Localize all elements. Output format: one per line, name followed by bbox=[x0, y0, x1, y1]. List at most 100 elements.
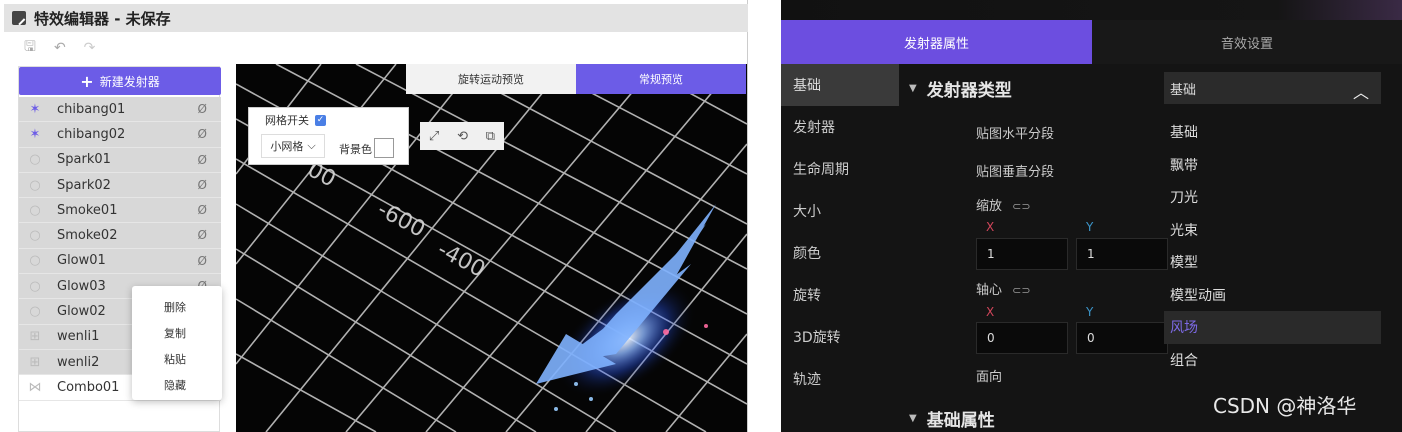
properties-panel: 发射器属性 音效设置 基础 发射器 生命周期 大小 颜色 旋转 3D旋转 轨迹 ▼ 发射器类型… bbox=[781, 0, 1402, 432]
bg-color-swatch[interactable] bbox=[374, 138, 394, 158]
texture-icon: ⊞ bbox=[29, 329, 41, 345]
emitter-name: Glow01 bbox=[57, 253, 106, 269]
context-menu-item[interactable]: 粘贴 bbox=[132, 346, 222, 372]
emitter-item[interactable]: ✶ chibang01 Ø bbox=[19, 97, 221, 123]
tab-emitter-props[interactable]: 发射器属性 bbox=[781, 20, 1092, 64]
frame-icon[interactable]: ⧉ bbox=[486, 129, 495, 144]
nav-item[interactable]: 旋转 bbox=[781, 274, 899, 316]
tab-normal-preview[interactable]: 常规预览 bbox=[576, 64, 746, 94]
emitter-name: Smoke01 bbox=[57, 202, 118, 218]
circle-icon: ○ bbox=[29, 152, 41, 168]
new-emitter-button[interactable]: + 新建发射器 bbox=[19, 67, 221, 95]
emitter-type-options: 基础 飘带 刀光 光束 模型 模型动画 风场 组合 bbox=[1164, 116, 1381, 376]
fullscreen-icon[interactable]: ⤢ bbox=[429, 129, 439, 144]
property-content: ▼ 发射器类型 贴图水平分段 贴图垂直分段 缩放 ⊂⊃ X Y 1 1 轴心 ⊂… bbox=[899, 64, 1402, 432]
scale-x-label: X bbox=[986, 220, 995, 234]
pivot-y-input[interactable]: 0 bbox=[1076, 322, 1168, 354]
emitter-name: wenli1 bbox=[57, 329, 100, 345]
grid-size-select[interactable]: 小网格 ⌵ bbox=[261, 134, 325, 158]
title-bar: 特效编辑器 - 未保存 bbox=[4, 4, 748, 32]
emitter-item[interactable]: ○ Spark01 Ø bbox=[19, 147, 221, 173]
pivot-x-label: X bbox=[986, 305, 995, 319]
visibility-icon[interactable]: Ø bbox=[198, 153, 207, 167]
link-icon[interactable]: ⊂⊃ bbox=[1012, 200, 1030, 213]
context-menu-item[interactable]: 隐藏 bbox=[132, 372, 222, 398]
nav-item[interactable]: 发射器 bbox=[781, 106, 899, 148]
grid-size-value: 小网格 bbox=[270, 140, 304, 153]
nav-item[interactable]: 3D旋转 bbox=[781, 316, 899, 358]
scale-row: 缩放 ⊂⊃ bbox=[976, 195, 1031, 214]
emitter-type-select[interactable]: 基础 ︿ bbox=[1164, 72, 1381, 104]
circle-icon: ○ bbox=[29, 202, 41, 218]
bg-color-label: 背景色 bbox=[339, 143, 372, 156]
type-option[interactable]: 基础 bbox=[1164, 116, 1381, 149]
visibility-icon[interactable]: Ø bbox=[198, 203, 207, 217]
sparkle-icon: ✶ bbox=[29, 126, 41, 142]
type-option[interactable]: 光束 bbox=[1164, 214, 1381, 247]
tab-rotate-preview[interactable]: 旋转运动预览 bbox=[406, 64, 576, 94]
properties-tabs: 发射器属性 音效设置 bbox=[781, 20, 1402, 64]
nav-item[interactable]: 颜色 bbox=[781, 232, 899, 274]
chevron-down-icon: ⌵ bbox=[307, 139, 316, 152]
app-icon bbox=[12, 11, 26, 25]
type-option[interactable]: 飘带 bbox=[1164, 149, 1381, 182]
section-emitter-type[interactable]: ▼ 发射器类型 bbox=[909, 76, 1012, 101]
section-basic-props[interactable]: ▼ 基础属性 bbox=[909, 406, 995, 431]
emitter-item[interactable]: ○ Spark02 Ø bbox=[19, 172, 221, 199]
emitter-item[interactable]: ○ Smoke01 Ø bbox=[19, 198, 221, 224]
grid-settings: 网格开关 ✓ 小网格 ⌵ 背景色 bbox=[248, 107, 409, 165]
circle-icon: ○ bbox=[29, 253, 41, 269]
preview-tabs: 旋转运动预览 常规预览 bbox=[406, 64, 746, 94]
effect-editor-window: 特效编辑器 - 未保存 🖫 ↶ ↷ + 新建发射器 ✶ chibang01 Ø ✶ ch… bbox=[0, 0, 748, 432]
texture-icon: ⊞ bbox=[29, 354, 41, 370]
visibility-icon[interactable]: Ø bbox=[198, 102, 207, 116]
plus-icon: + bbox=[80, 71, 94, 91]
nav-item[interactable]: 基础 bbox=[781, 64, 899, 106]
scale-y-input[interactable]: 1 bbox=[1076, 238, 1168, 270]
link-icon[interactable]: ⊂⊃ bbox=[1012, 284, 1030, 297]
reset-view-icon[interactable]: ⟲ bbox=[457, 129, 468, 144]
circle-icon: ○ bbox=[29, 304, 41, 320]
type-option[interactable]: 风场 bbox=[1164, 311, 1381, 344]
v-seg-label: 贴图垂直分段 bbox=[976, 165, 1055, 180]
collapse-icon: ▼ bbox=[909, 413, 917, 424]
emitter-item[interactable]: ○ Smoke02 Ø bbox=[19, 223, 221, 249]
section-title: 基础属性 bbox=[926, 411, 995, 431]
emitter-name: Combo01 bbox=[57, 379, 120, 395]
emitter-name: Glow03 bbox=[57, 278, 106, 294]
type-option[interactable]: 刀光 bbox=[1164, 181, 1381, 214]
emitter-name: Glow02 bbox=[57, 304, 106, 320]
nav-item[interactable]: 轨迹 bbox=[781, 358, 899, 400]
tab-sound-settings[interactable]: 音效设置 bbox=[1092, 20, 1402, 64]
emitter-item[interactable]: ✶ chibang02 Ø bbox=[19, 122, 221, 148]
grid-toggle-checkbox[interactable]: ✓ bbox=[315, 114, 326, 126]
visibility-icon[interactable]: Ø bbox=[198, 178, 207, 192]
pivot-x-input[interactable]: 0 bbox=[976, 322, 1068, 354]
window-title: 特效编辑器 - 未保存 bbox=[34, 9, 171, 28]
chevron-up-icon: ︿ bbox=[1352, 83, 1369, 102]
save-icon[interactable]: 🖫 bbox=[24, 36, 36, 60]
context-menu-item[interactable]: 复制 bbox=[132, 320, 222, 346]
nav-item[interactable]: 生命周期 bbox=[781, 148, 899, 190]
undo-icon[interactable]: ↶ bbox=[54, 40, 66, 56]
circle-icon: ○ bbox=[29, 177, 41, 193]
nav-item[interactable]: 大小 bbox=[781, 190, 899, 232]
circle-icon: ○ bbox=[29, 278, 41, 294]
visibility-icon[interactable]: Ø bbox=[198, 127, 207, 141]
emitter-name: Spark02 bbox=[57, 177, 111, 193]
toolbar: 🖫 ↶ ↷ bbox=[4, 34, 748, 62]
view-controls: ⤢ ⟲ ⧉ bbox=[420, 122, 504, 150]
property-nav: 基础 发射器 生命周期 大小 颜色 旋转 3D旋转 轨迹 bbox=[781, 64, 899, 432]
visibility-icon[interactable]: Ø bbox=[198, 228, 207, 242]
emitter-item[interactable]: ○ Glow01 Ø bbox=[19, 248, 221, 275]
type-option[interactable]: 组合 bbox=[1164, 344, 1381, 377]
pivot-label: 轴心 bbox=[976, 283, 1003, 298]
type-option[interactable]: 模型 bbox=[1164, 246, 1381, 279]
scale-x-input[interactable]: 1 bbox=[976, 238, 1068, 270]
redo-icon[interactable]: ↷ bbox=[84, 40, 96, 56]
type-option[interactable]: 模型动画 bbox=[1164, 279, 1381, 312]
watermark: CSDN @神洛华 bbox=[1213, 394, 1357, 418]
context-menu-item[interactable]: 删除 bbox=[132, 294, 222, 320]
emitter-name: Spark01 bbox=[57, 152, 111, 168]
visibility-icon[interactable]: Ø bbox=[198, 254, 207, 268]
